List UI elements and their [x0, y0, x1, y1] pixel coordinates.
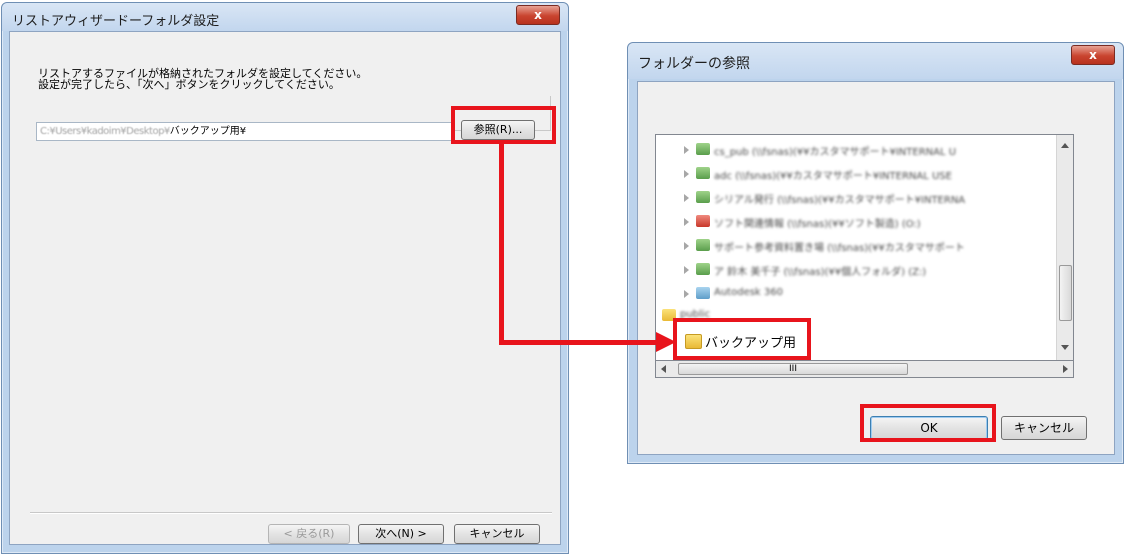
folder-path-suffix: バックアップ用¥	[169, 126, 247, 137]
browse-client-area: cs_pub (\\fsnas)(¥¥カスタマサポート¥INTERNAL U ad…	[637, 81, 1115, 455]
cloud-icon	[696, 287, 710, 299]
vertical-scroll-thumb[interactable]	[1059, 265, 1072, 321]
network-drive-error-icon	[696, 215, 710, 227]
tree-item[interactable]: シリアル発行 (\\fsnas)(¥¥カスタマサポート¥INTERNA	[684, 189, 1064, 207]
expand-arrow-icon[interactable]	[684, 146, 689, 154]
tree-item[interactable]: ソフト関連情報 (\\fsnas)(¥¥ソフト製造) (O:)	[684, 213, 1064, 231]
network-drive-icon	[696, 143, 710, 155]
highlight-selected-folder	[673, 318, 811, 360]
expand-arrow-icon[interactable]	[684, 194, 689, 202]
wizard-titlebar: リストアウィザードーフォルダ設定 x	[2, 3, 568, 31]
expand-arrow-icon[interactable]	[684, 242, 689, 250]
restore-wizard-window: リストアウィザードーフォルダ設定 x リストアするファイルが格納されたフォルダを…	[1, 2, 569, 554]
browse-title: フォルダーの参照	[638, 56, 750, 72]
wizard-title: リストアウィザードーフォルダ設定	[12, 14, 220, 29]
tree-item-label: シリアル発行 (\\fsnas)(¥¥カスタマサポート¥INTERNA	[714, 195, 966, 206]
network-drive-icon	[696, 239, 710, 251]
tree-item[interactable]: ア 鈴木 美千子 (\\fsnas)(¥¥個人フォルダ) (Z:)	[684, 261, 1064, 279]
folder-path-prefix: C:¥Users¥kadoim¥Desktop¥	[40, 126, 170, 137]
arrow-line-horizontal	[499, 340, 659, 345]
tree-item-label: ソフト関連情報 (\\fsnas)(¥¥ソフト製造) (O:)	[714, 219, 921, 230]
browse-close-button[interactable]: x	[1071, 45, 1115, 65]
scroll-down-icon[interactable]	[1061, 345, 1069, 350]
back-button[interactable]: < 戻る(R)	[268, 524, 350, 544]
expand-arrow-icon[interactable]	[684, 218, 689, 226]
highlight-browse-button	[451, 106, 556, 144]
wizard-cancel-button[interactable]: キャンセル	[454, 524, 540, 544]
tree-item[interactable]: cs_pub (\\fsnas)(¥¥カスタマサポート¥INTERNAL U	[684, 141, 1064, 159]
tree-item[interactable]: サポート参考資料置き場 (\\fsnas)(¥¥カスタマサポート	[684, 237, 1064, 255]
instruction-line-2: 設定が完了したら、「次へ」ボタンをクリックしてください。	[38, 78, 340, 91]
scroll-left-icon[interactable]	[661, 365, 666, 373]
network-drive-icon	[696, 191, 710, 203]
scroll-right-icon[interactable]	[1063, 365, 1068, 373]
next-button[interactable]: 次へ(N) >	[358, 524, 444, 544]
expand-arrow-icon[interactable]	[684, 290, 689, 298]
tree-item-label: ア 鈴木 美千子 (\\fsnas)(¥¥個人フォルダ) (Z:)	[714, 267, 927, 278]
folder-path-input[interactable]: C:¥Users¥kadoim¥Desktop¥バックアップ用¥	[36, 122, 455, 141]
browse-titlebar: フォルダーの参照 x	[628, 43, 1123, 79]
tree-vertical-scrollbar[interactable]	[1056, 135, 1073, 360]
tree-item-label: Autodesk 360	[714, 287, 783, 298]
network-drive-icon	[696, 167, 710, 179]
tree-horizontal-scrollbar[interactable]: III	[655, 361, 1074, 378]
tree-item-label: サポート参考資料置き場 (\\fsnas)(¥¥カスタマサポート	[714, 243, 965, 254]
network-drive-icon	[696, 263, 710, 275]
expand-arrow-icon[interactable]	[684, 170, 689, 178]
arrow-line-vertical	[499, 143, 504, 345]
tree-item[interactable]: adc (\\fsnas)(¥¥カスタマサポート¥INTERNAL USE	[684, 165, 1064, 183]
horizontal-scroll-thumb[interactable]: III	[678, 363, 908, 375]
expand-arrow-icon[interactable]	[684, 266, 689, 274]
tree-item[interactable]: Autodesk 360	[684, 285, 1064, 303]
browse-cancel-button[interactable]: キャンセル	[1001, 416, 1087, 440]
folder-browse-dialog: フォルダーの参照 x cs_pub (\\fsnas)(¥¥カスタマサポート¥I…	[627, 42, 1124, 464]
tree-item-label: adc (\\fsnas)(¥¥カスタマサポート¥INTERNAL USE	[714, 171, 952, 182]
wizard-close-button[interactable]: x	[516, 5, 560, 25]
scroll-up-icon[interactable]	[1061, 143, 1069, 148]
highlight-ok-button	[860, 404, 996, 442]
tree-item-label: cs_pub (\\fsnas)(¥¥カスタマサポート¥INTERNAL U	[714, 147, 957, 158]
footer-divider	[30, 512, 552, 514]
